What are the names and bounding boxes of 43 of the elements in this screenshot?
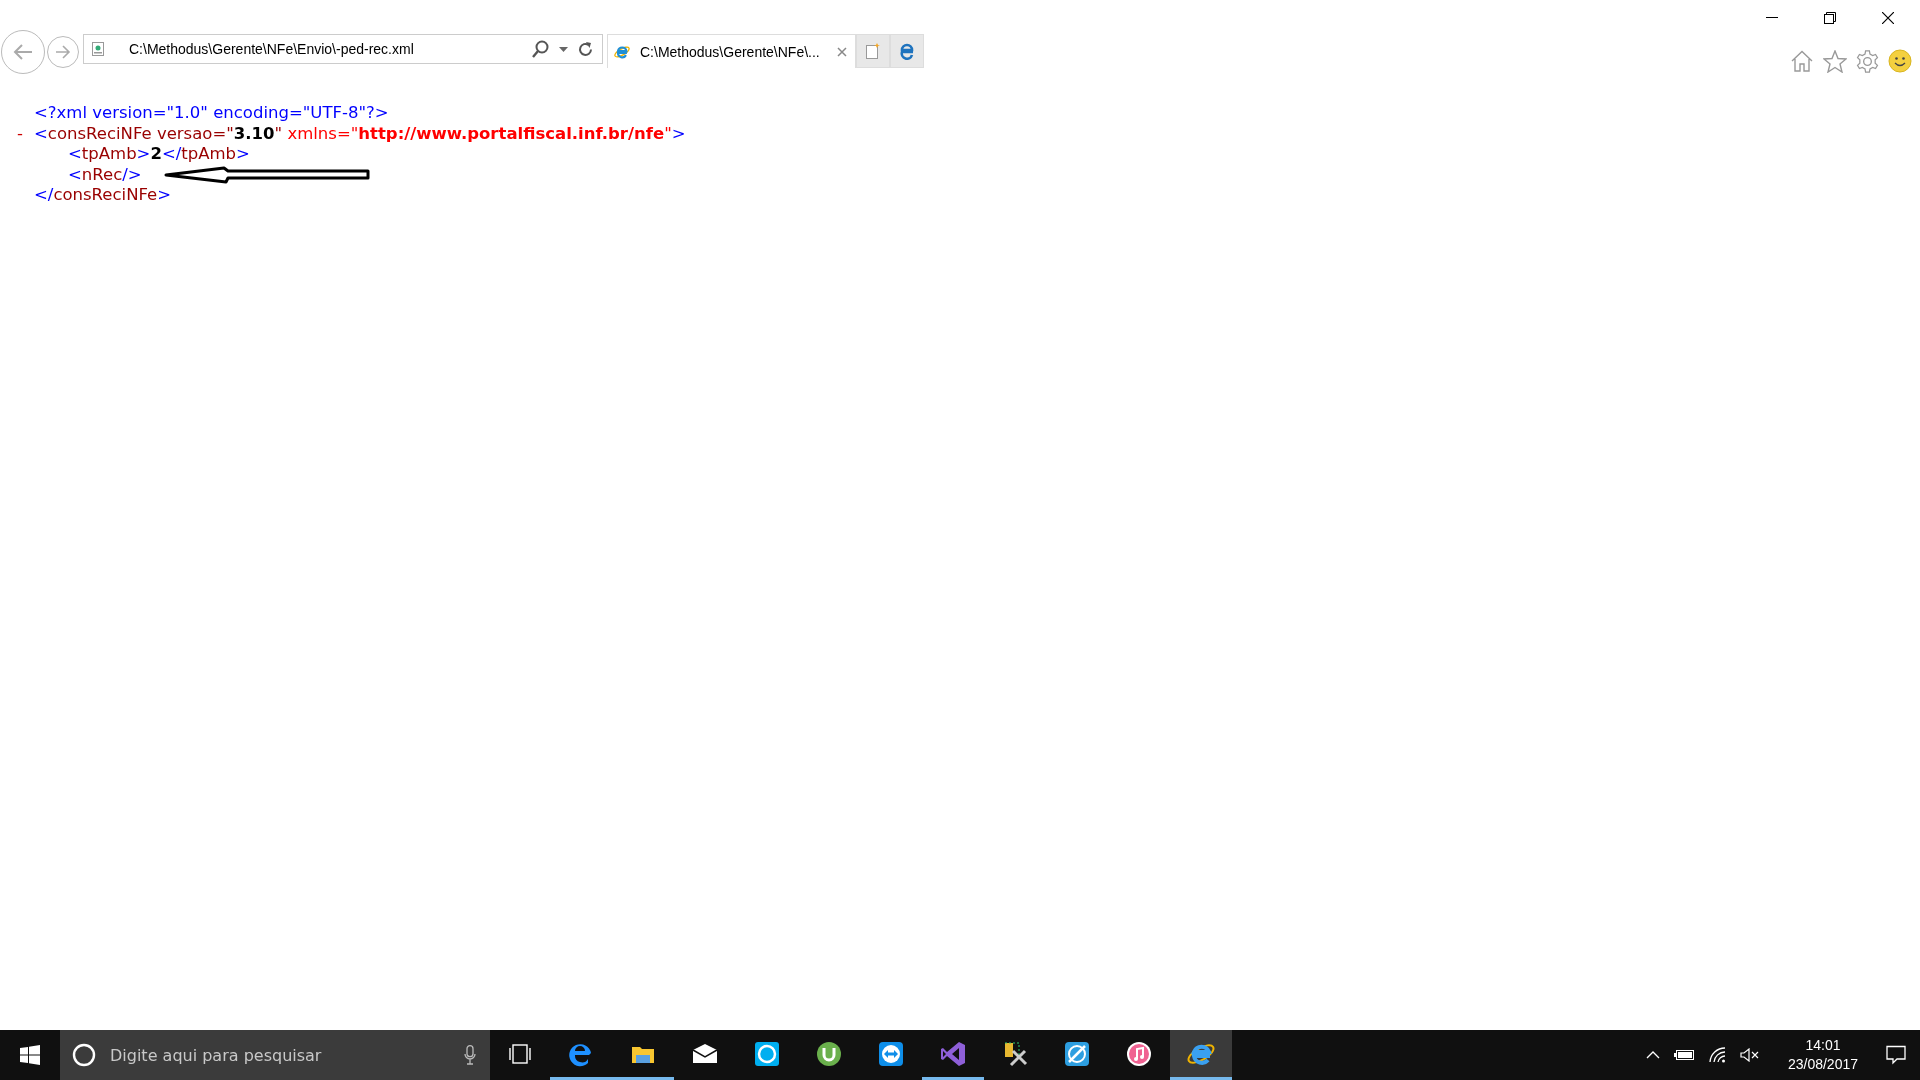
dropdown-caret-icon[interactable]	[559, 46, 568, 52]
minimize-icon[interactable]	[1766, 17, 1778, 19]
task-view-icon	[509, 1043, 531, 1064]
address-text: C:\Methodus\Gerente\NFe\Envio\-ped-rec.xml	[129, 41, 415, 57]
browser-logo-icon	[614, 43, 630, 60]
new-tab-button[interactable]	[856, 34, 890, 68]
notification-icon[interactable]	[1886, 1045, 1906, 1065]
chevron-up-icon[interactable]	[1645, 1051, 1660, 1059]
settings-icon[interactable]	[1856, 49, 1879, 73]
tab-title: C:\Methodus\Gerente\NFe\...	[640, 43, 821, 60]
microphone-icon[interactable]	[464, 1045, 476, 1065]
windows-logo-icon	[20, 1045, 40, 1065]
smiley-icon[interactable]	[1888, 49, 1912, 73]
wifi-icon[interactable]	[1707, 1047, 1726, 1063]
address-bar[interactable]: C:\Methodus\Gerente\NFe\Envio\-ped-rec.xml	[83, 34, 603, 64]
circle-icon	[72, 1043, 96, 1067]
close-icon[interactable]	[1882, 12, 1894, 24]
xml-line: <tpAmb>2</tpAmb>	[68, 144, 250, 165]
back-arrow-icon	[12, 43, 34, 61]
home-icon[interactable]	[1790, 50, 1814, 72]
search-icon[interactable]	[532, 40, 550, 58]
muted-speaker-icon[interactable]	[1739, 1048, 1760, 1062]
document-icon	[92, 42, 104, 56]
new-page-icon	[866, 43, 880, 59]
close-tab-icon[interactable]	[837, 46, 847, 57]
browser-e-icon	[898, 42, 916, 60]
xml-line: <consReciNFe versao="3.10" xmlns="http://www.portalfiscal.inf.br/nfe">	[34, 123, 686, 144]
collapse-toggle[interactable]: -	[0, 123, 34, 144]
clock-time: 14:01	[1805, 1036, 1841, 1055]
taskbar-clock[interactable]: 14:01 23/08/2017	[1773, 1036, 1872, 1074]
xml-line: <nRec/>	[68, 164, 142, 185]
clock-date: 23/08/2017	[1787, 1055, 1858, 1074]
restore-icon[interactable]	[1824, 12, 1836, 24]
xml-line: </consReciNFe>	[34, 185, 172, 206]
forward-arrow-icon	[55, 45, 71, 59]
star-icon[interactable]	[1823, 49, 1847, 73]
xml-line: <?xml version="1.0" encoding="UTF-8"?>	[34, 103, 389, 124]
battery-icon[interactable]	[1673, 1049, 1694, 1061]
browser-tab[interactable]: C:\Methodus\Gerente\NFe\...	[607, 34, 856, 68]
refresh-icon[interactable]	[577, 40, 594, 58]
search-field[interactable]: Digite aqui para pesquisar	[108, 1044, 452, 1066]
taskbar-search-panel[interactable]: Digite aqui para pesquisar	[60, 1030, 490, 1080]
browser-logo-button[interactable]	[890, 34, 924, 68]
